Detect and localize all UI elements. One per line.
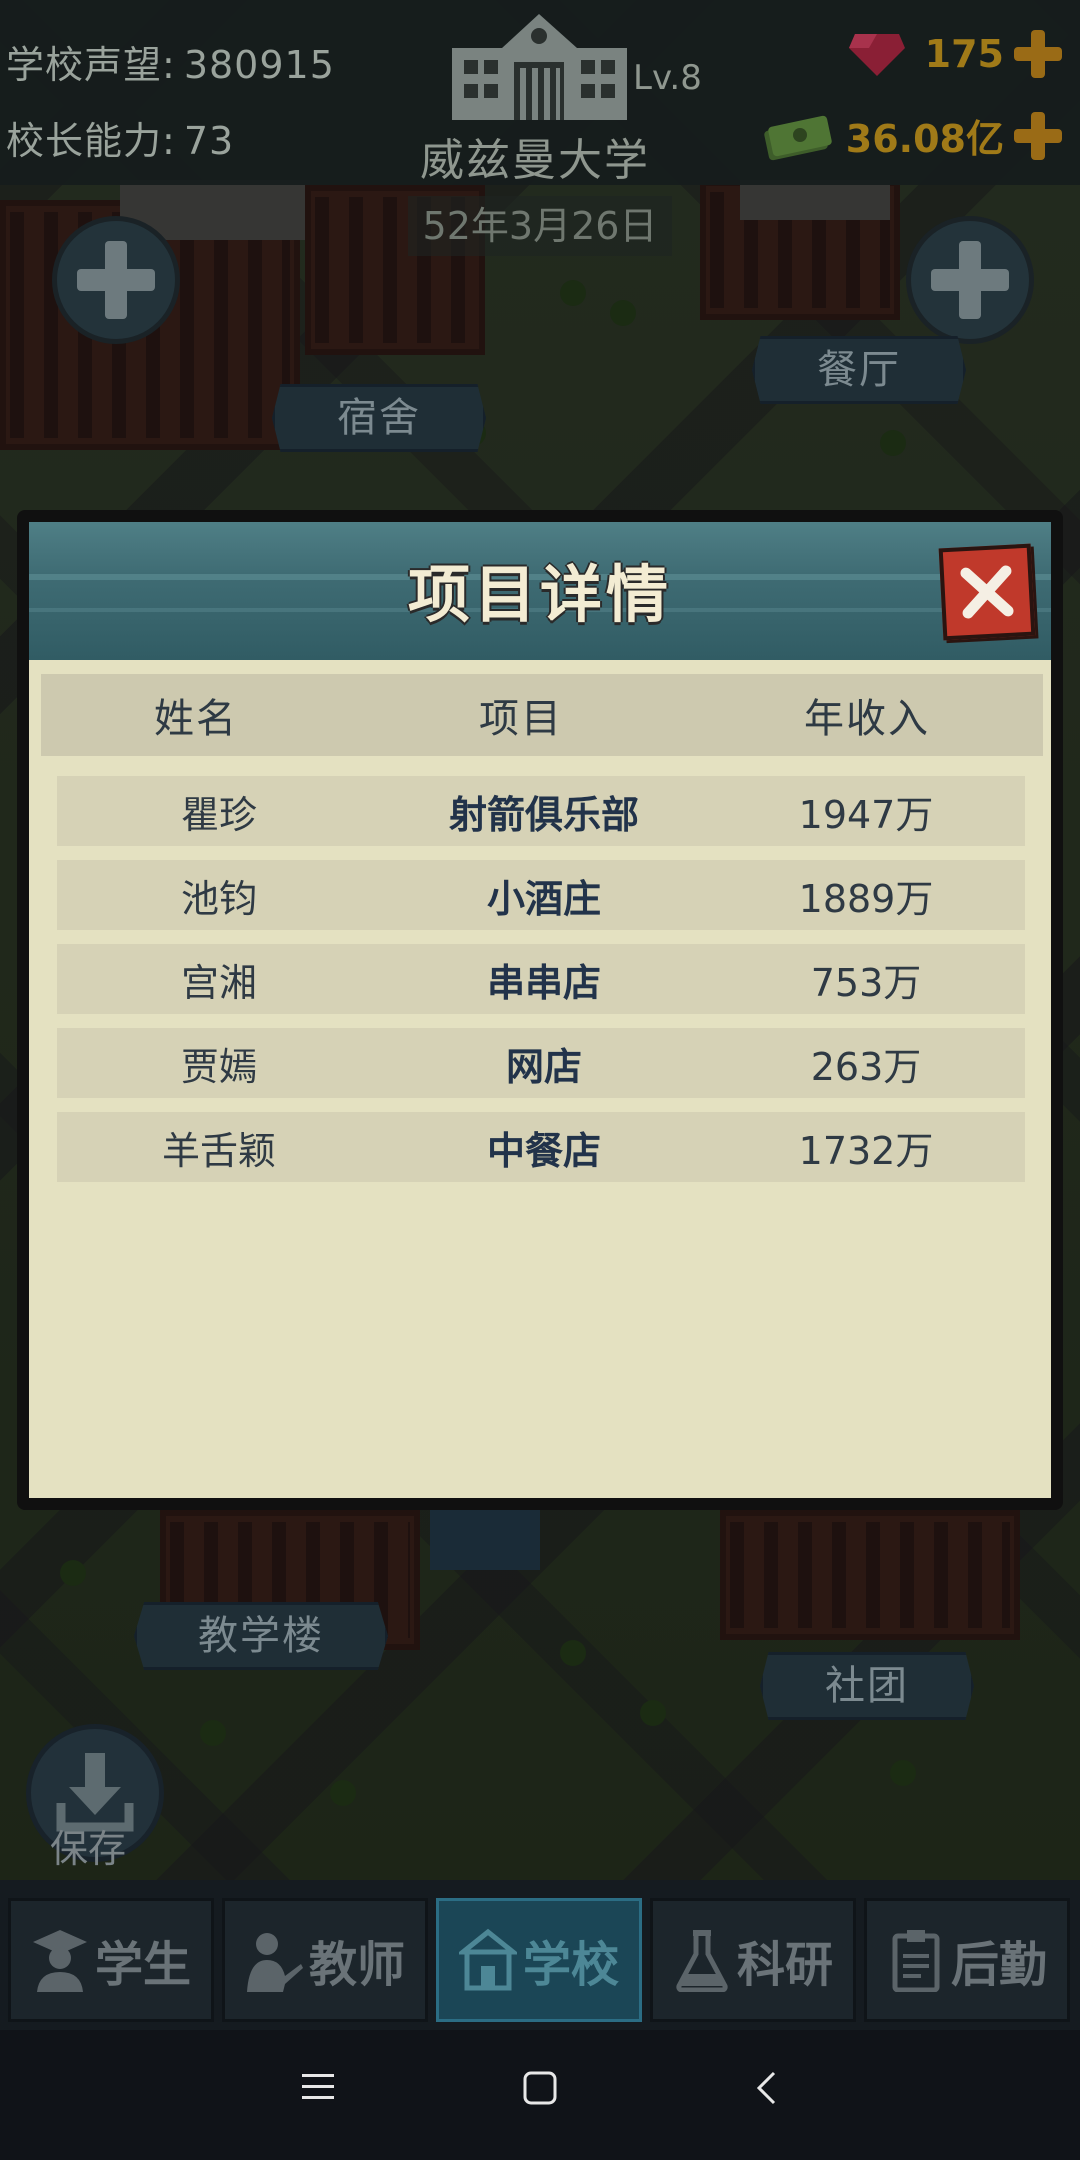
flask-icon <box>676 1930 728 1992</box>
tab-research-label: 科研 <box>736 1937 833 1993</box>
column-project: 项目 <box>479 696 563 742</box>
canteen-label[interactable]: 餐厅 <box>752 336 966 404</box>
table-row[interactable]: 池钧 小酒庄 1889万 <box>57 860 1025 930</box>
school-building-icon[interactable] <box>452 12 627 120</box>
game-date: 52年3月26日 <box>408 196 672 256</box>
row-project: 网店 <box>505 1044 582 1089</box>
clipboard-icon <box>892 1930 940 1992</box>
column-name: 姓名 <box>154 696 238 742</box>
dialog-title: 项目详情 <box>407 558 672 631</box>
teacher-icon <box>246 1933 303 1992</box>
project-details-dialog: 项目详情 姓名 项目 年收入 瞿珍 射箭俱乐部 1947万 池钧 小酒庄 188… <box>17 510 1063 1510</box>
save-label: 保存 <box>50 1827 127 1871</box>
tab-logistics-label: 后勤 <box>950 1937 1047 1993</box>
dorm-label[interactable]: 宿舍 <box>272 384 486 452</box>
add-gems-icon[interactable] <box>1012 28 1064 80</box>
row-name: 宫湘 <box>180 960 257 1005</box>
system-navigation-bar <box>0 2030 1080 2160</box>
tab-teachers[interactable]: 教师 <box>222 1898 428 2022</box>
tab-research[interactable]: 科研 <box>650 1898 856 2022</box>
row-name: 羊舌颖 <box>161 1128 276 1173</box>
top-hud: 学校声望: 380915 校长能力: 73 Lv.8 威兹曼大学 175 36.… <box>0 0 1080 186</box>
school-icon <box>458 1928 517 1991</box>
gem-icon <box>848 34 905 76</box>
reputation-label: 学校声望: <box>6 43 176 87</box>
close-icon <box>960 565 1014 619</box>
row-name: 贾嫣 <box>180 1044 257 1089</box>
reputation-value: 380915 <box>183 43 335 87</box>
student-icon <box>32 1930 87 1992</box>
gems-value: 175 <box>924 32 1004 76</box>
row-project: 射箭俱乐部 <box>448 792 639 837</box>
cash-icon <box>764 115 832 160</box>
ability-stat: 校长能力: 73 <box>6 110 234 165</box>
tab-logistics[interactable]: 后勤 <box>864 1898 1070 2022</box>
row-project: 串串店 <box>486 960 601 1005</box>
school-level: Lv.8 <box>633 58 702 98</box>
tab-students-label: 学生 <box>94 1937 191 1993</box>
menu-icon[interactable] <box>300 2070 336 2104</box>
tab-teachers-label: 教师 <box>308 1937 405 1993</box>
row-name: 池钧 <box>180 876 257 921</box>
table-row[interactable]: 羊舌颖 中餐店 1732万 <box>57 1112 1025 1182</box>
bottom-tab-bar: 学生 教师 学校 科研 后勤 <box>0 1880 1080 2030</box>
column-income: 年收入 <box>804 696 930 742</box>
club-label[interactable]: 社团 <box>760 1652 974 1720</box>
school-name: 威兹曼大学 <box>420 135 650 186</box>
tab-school-label: 学校 <box>522 1937 619 1993</box>
money-counter: 36.08亿 <box>762 108 1064 163</box>
ability-label: 校长能力: <box>6 119 176 163</box>
money-value: 36.08亿 <box>845 117 1004 161</box>
row-income: 1732万 <box>798 1128 934 1173</box>
close-button[interactable] <box>938 543 1036 641</box>
table-row[interactable]: 贾嫣 网店 263万 <box>57 1028 1025 1098</box>
table-row[interactable]: 宫湘 串串店 753万 <box>57 944 1025 1014</box>
row-income: 263万 <box>810 1044 922 1089</box>
row-income: 753万 <box>810 960 922 1005</box>
gems-counter: 175 <box>847 28 1064 80</box>
row-project: 小酒庄 <box>486 876 601 921</box>
table-row[interactable]: 瞿珍 射箭俱乐部 1947万 <box>57 776 1025 846</box>
home-icon[interactable] <box>522 2070 558 2106</box>
tab-school[interactable]: 学校 <box>436 1898 642 2022</box>
add-dorm-button[interactable] <box>52 216 180 344</box>
row-project: 中餐店 <box>486 1128 601 1173</box>
dialog-body: 姓名 项目 年收入 瞿珍 射箭俱乐部 1947万 池钧 小酒庄 1889万 宫湘… <box>29 660 1051 1498</box>
add-money-icon[interactable] <box>1012 110 1064 162</box>
row-income: 1947万 <box>798 792 934 837</box>
add-canteen-button[interactable] <box>906 216 1034 344</box>
table-header: 姓名 项目 年收入 <box>41 674 1043 756</box>
tab-students[interactable]: 学生 <box>8 1898 214 2022</box>
row-income: 1889万 <box>798 876 934 921</box>
row-name: 瞿珍 <box>180 792 257 837</box>
ability-value: 73 <box>183 119 235 163</box>
back-icon[interactable] <box>754 2070 778 2106</box>
teaching-building-label[interactable]: 教学楼 <box>134 1602 388 1670</box>
reputation-stat: 学校声望: 380915 <box>6 34 335 89</box>
